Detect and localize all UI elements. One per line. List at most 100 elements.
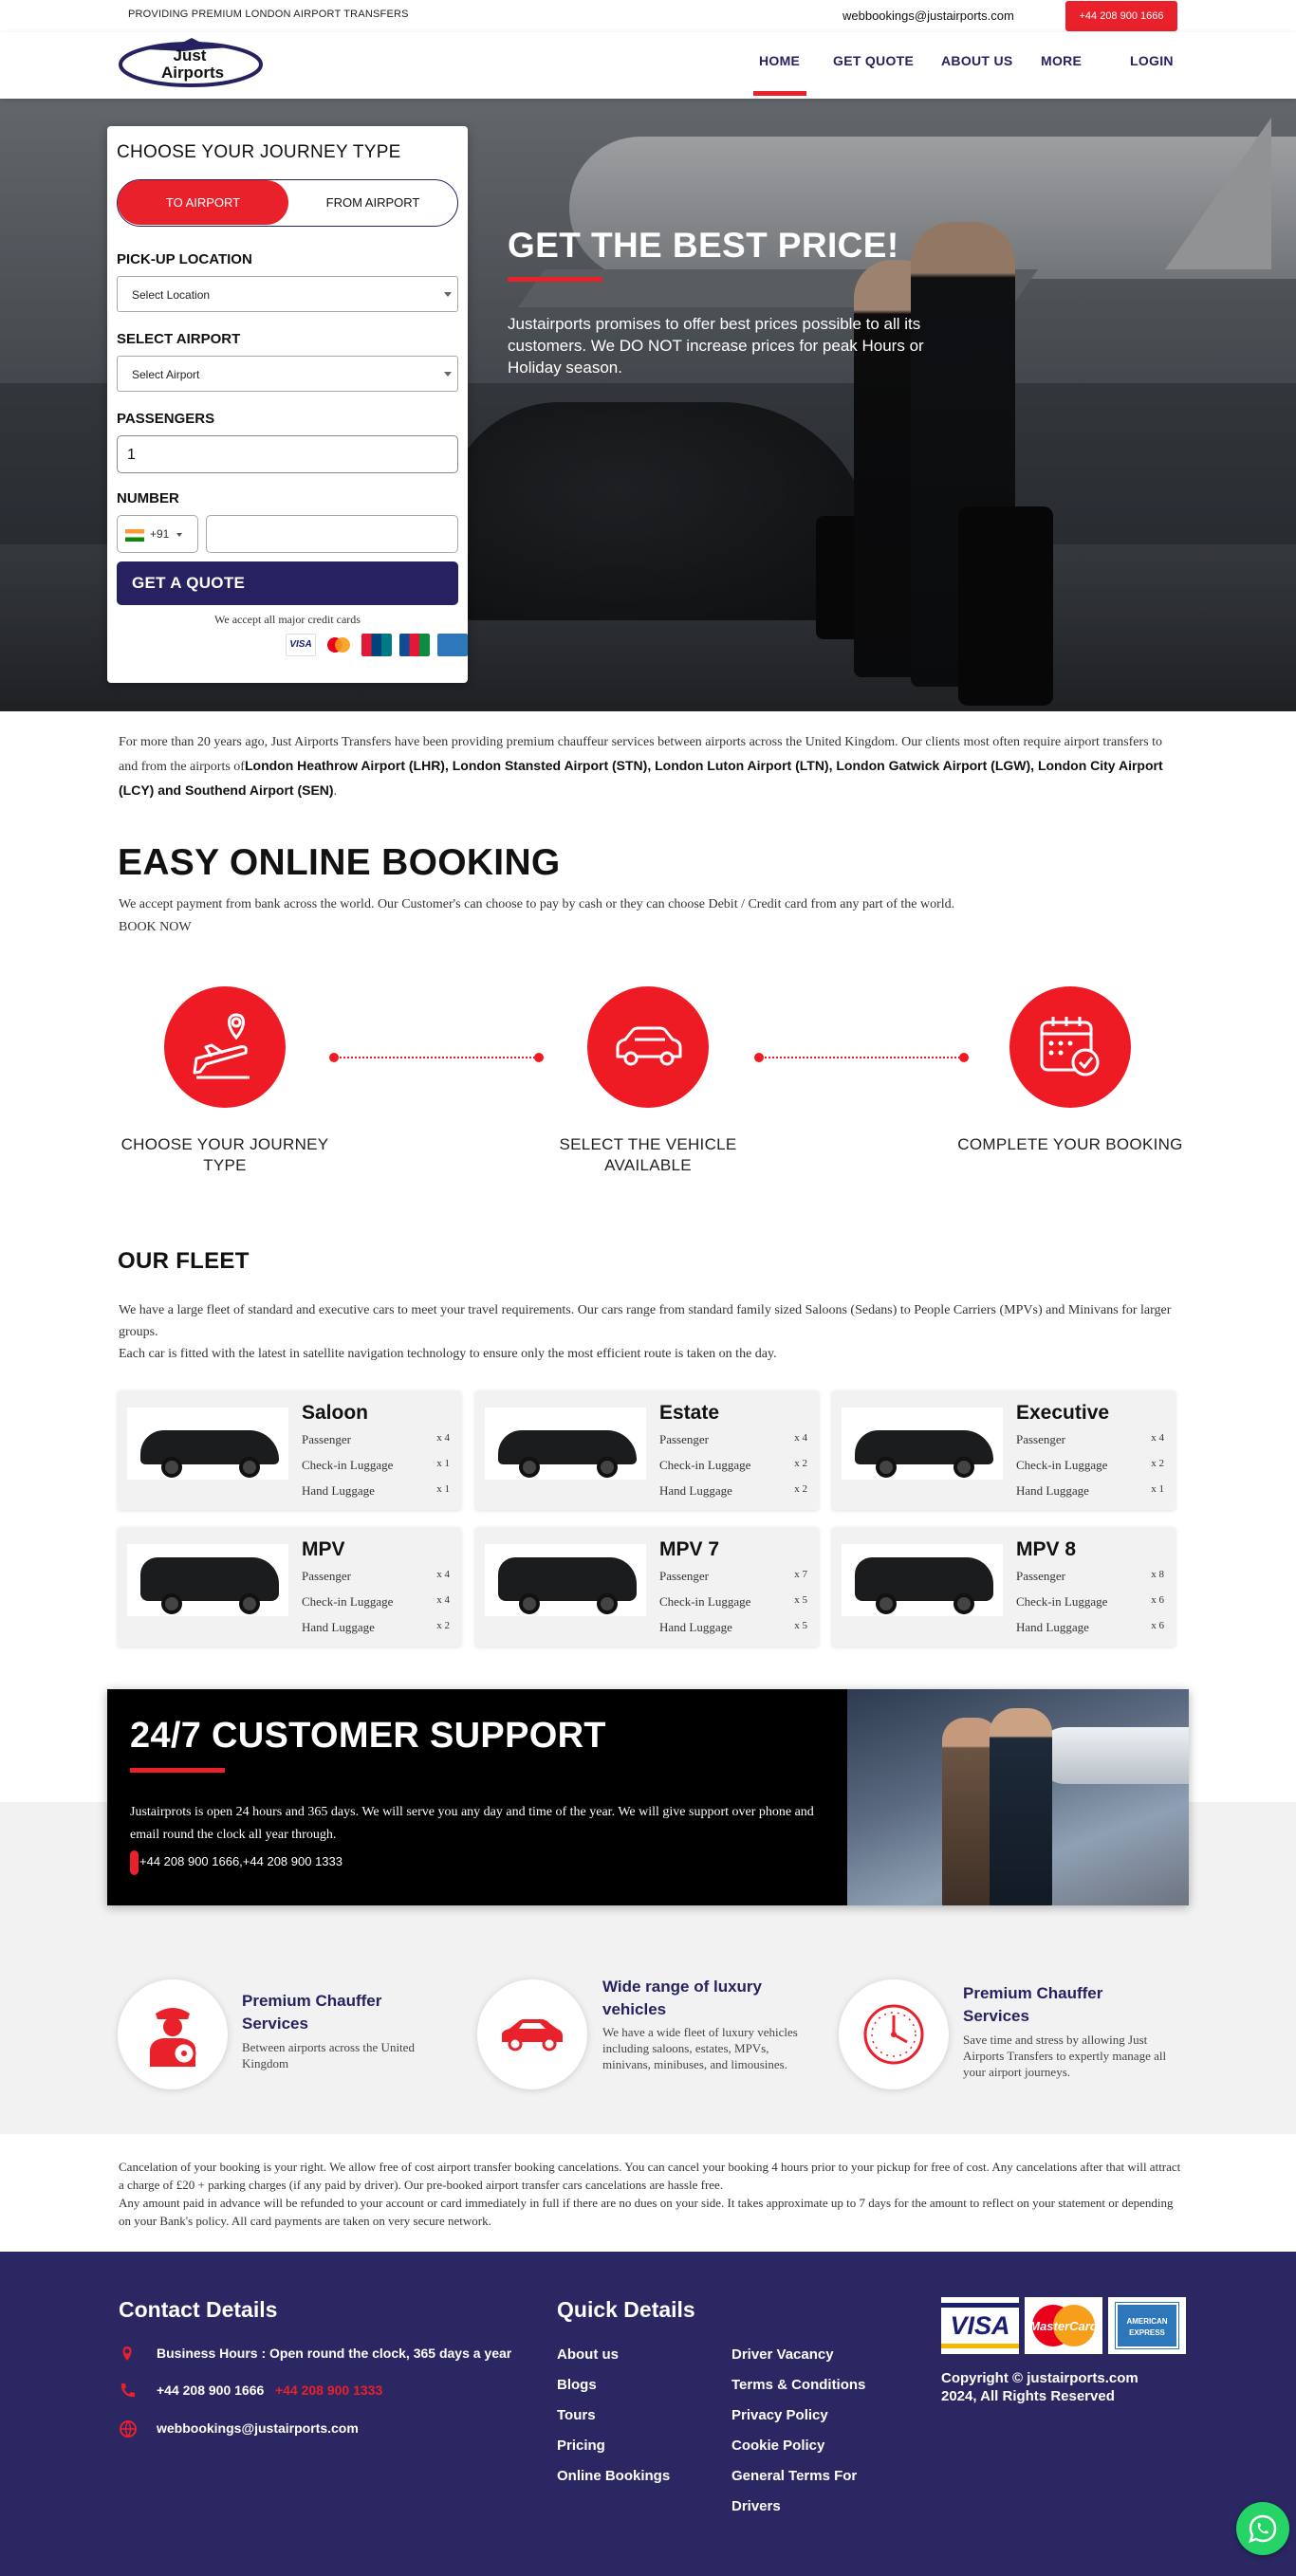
car-capacity-row: Check-in Luggage x 4 xyxy=(302,1594,450,1610)
capacity-label: Passenger xyxy=(1016,1432,1065,1446)
footer-link-drivers[interactable]: Drivers xyxy=(731,2498,781,2514)
car-body xyxy=(855,1557,993,1601)
main-header: Just Airports HOME GET QUOTE ABOUT US MO… xyxy=(0,32,1296,99)
visa-logo-text: VISA xyxy=(941,2303,1019,2348)
nav-login[interactable]: LOGIN xyxy=(1130,53,1174,68)
footer-email-link[interactable]: webbookings@justairports.com xyxy=(157,2420,359,2436)
fleet-card[interactable]: MPV 7 Passenger x 7 Check-in Luggage x 5 Hand… xyxy=(475,1527,819,1647)
connector-dot xyxy=(959,1053,969,1062)
support-title: 24/7 CUSTOMER SUPPORT xyxy=(130,1716,606,1756)
top-email-link[interactable]: webbookings@justairports.com xyxy=(842,9,1014,23)
fleet-card[interactable]: Saloon Passenger x 4 Check-in Luggage x 1 Han… xyxy=(118,1390,461,1510)
get-quote-button[interactable]: GET A QUOTE xyxy=(117,561,458,605)
car-wheel xyxy=(239,1593,260,1614)
car-wheel xyxy=(597,1457,618,1478)
car-capacity-row: Passenger x 7 xyxy=(659,1569,807,1584)
chevron-down-icon xyxy=(444,372,452,377)
fleet-card[interactable]: Executive Passenger x 4 Check-in Luggage x 2… xyxy=(832,1390,1176,1510)
footer-link-pricing[interactable]: Pricing xyxy=(557,2438,605,2454)
chevron-down-icon xyxy=(176,533,182,537)
car-capacity-row: Passenger x 8 xyxy=(1016,1569,1164,1584)
logo[interactable]: Just Airports xyxy=(118,36,264,89)
connector-dot xyxy=(534,1053,544,1062)
capacity-label: Passenger xyxy=(659,1569,709,1583)
support-phones[interactable]: +44 208 900 1666,+44 208 900 1333 xyxy=(139,1854,343,1868)
calendar-check-icon xyxy=(1040,1017,1100,1076)
feature-text: Between airports across the United Kingd… xyxy=(242,2040,415,2070)
footer-link-privacy[interactable]: Privacy Policy xyxy=(731,2407,828,2423)
capacity-label: Hand Luggage xyxy=(659,1620,732,1634)
phone-icon xyxy=(130,1850,139,1875)
capacity-value: x 2 xyxy=(794,1483,807,1495)
car-capacity-row: Passenger x 4 xyxy=(659,1432,807,1447)
footer: Contact Details Business Hours : Open ro… xyxy=(0,2252,1296,2576)
step-label-vehicle: SELECT THE VEHICLE AVAILABLE xyxy=(559,1135,737,1174)
customer-support-banner: 24/7 CUSTOMER SUPPORT Justairprots is op… xyxy=(107,1689,1189,1905)
nav-about-us[interactable]: ABOUT US xyxy=(941,53,1013,68)
car-image xyxy=(842,1408,1003,1480)
fleet-card[interactable]: MPV 8 Passenger x 8 Check-in Luggage x 6 Hand… xyxy=(832,1527,1176,1647)
feature-icon-circle xyxy=(839,1979,949,2089)
footer-link-about[interactable]: About us xyxy=(557,2346,619,2363)
whatsapp-button[interactable] xyxy=(1236,2502,1289,2555)
footer-link-blogs[interactable]: Blogs xyxy=(557,2377,597,2393)
phone-number-input[interactable] xyxy=(206,515,458,553)
footer-phone-1[interactable]: +44 208 900 1666 xyxy=(157,2383,264,2398)
car-wheel xyxy=(953,1593,974,1614)
cancellation-text-2: Any amount paid in advance will be refun… xyxy=(119,2196,1174,2228)
hero-title-bar xyxy=(508,277,602,282)
mastercard-logo-text: MasterCard xyxy=(1029,2319,1099,2333)
footer-link-cookie[interactable]: Cookie Policy xyxy=(731,2438,824,2454)
footer-link-online-bookings[interactable]: Online Bookings xyxy=(557,2468,670,2484)
car-capacity-row: Hand Luggage x 6 xyxy=(1016,1620,1164,1635)
car-wheel xyxy=(161,1457,182,1478)
intro-airports: London Heathrow Airport (LHR), London St… xyxy=(119,758,1163,798)
support-photo-plane xyxy=(1037,1727,1189,1784)
passengers-input[interactable]: 1 xyxy=(117,435,458,473)
step-label-complete: COMPLETE YOUR BOOKING xyxy=(957,1135,1183,1153)
fleet-text-1: We have a large fleet of standard and ex… xyxy=(119,1303,1172,1339)
fleet-card[interactable]: MPV Passenger x 4 Check-in Luggage x 4 Hand L… xyxy=(118,1527,461,1647)
quick-details-title: Quick Details xyxy=(557,2297,695,2322)
footer-link-tours[interactable]: Tours xyxy=(557,2407,596,2423)
capacity-label: Passenger xyxy=(302,1569,351,1583)
copyright-line-2: 2024, All Rights Reserved xyxy=(941,2388,1115,2404)
nav-home[interactable]: HOME xyxy=(759,53,800,68)
to-airport-button[interactable]: TO AIRPORT xyxy=(118,180,288,225)
intro-text-end: . xyxy=(333,784,338,799)
top-phone-button[interactable]: +44 208 900 1666 xyxy=(1065,1,1177,31)
nav-get-quote[interactable]: GET QUOTE xyxy=(833,53,914,68)
hero-text: Justairports promises to offer best pric… xyxy=(508,315,924,377)
clock-icon xyxy=(863,2004,924,2065)
support-photo-person xyxy=(990,1708,1052,1905)
footer-link-driver-vacancy[interactable]: Driver Vacancy xyxy=(731,2346,834,2363)
capacity-value: x 7 xyxy=(794,1569,807,1580)
easy-booking-title: EASY ONLINE BOOKING xyxy=(118,842,561,883)
business-hours-text: Business Hours : Open round the clock, 3… xyxy=(157,2346,512,2361)
airport-select[interactable]: Select Airport xyxy=(117,356,458,392)
car-name: Saloon xyxy=(302,1402,369,1424)
country-code: +91 xyxy=(150,527,170,541)
country-code-select[interactable]: +91 xyxy=(117,515,198,553)
step-circle-vehicle xyxy=(587,986,709,1108)
car-name: MPV xyxy=(302,1538,345,1560)
unionpay-icon xyxy=(361,634,392,656)
amex-icon xyxy=(437,634,468,656)
car-body xyxy=(140,1430,279,1464)
from-airport-button[interactable]: FROM AIRPORT xyxy=(288,180,457,225)
connector-dot xyxy=(754,1053,764,1062)
pickup-location-select[interactable]: Select Location xyxy=(117,276,458,312)
step-connector xyxy=(758,1057,963,1058)
fleet-card[interactable]: Estate Passenger x 4 Check-in Luggage x 2 Han… xyxy=(475,1390,819,1510)
footer-phone-2[interactable]: +44 208 900 1333 xyxy=(275,2383,382,2398)
book-now-link[interactable]: BOOK NOW xyxy=(119,920,192,934)
nav-more[interactable]: MORE xyxy=(1041,53,1082,68)
tagline: PROVIDING PREMIUM LONDON AIRPORT TRANSFE… xyxy=(128,9,409,20)
footer-link-general-terms[interactable]: General Terms For xyxy=(731,2468,857,2484)
capacity-value: x 1 xyxy=(436,1483,450,1495)
chauffeur-icon xyxy=(150,2008,196,2067)
phone-icon xyxy=(120,2383,135,2398)
feature-text: We have a wide fleet of luxury vehicles … xyxy=(602,2025,798,2071)
footer-link-terms[interactable]: Terms & Conditions xyxy=(731,2377,865,2393)
amex-logo-text: AMERICAN EXPRESS xyxy=(1115,2302,1179,2349)
